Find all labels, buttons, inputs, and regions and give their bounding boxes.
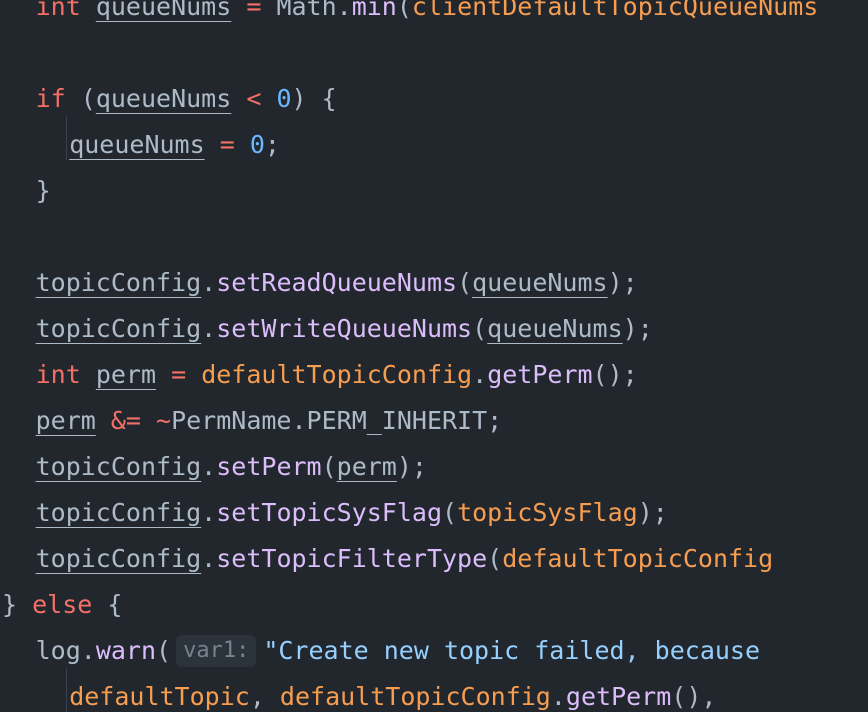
code-token: }	[2, 590, 33, 619]
code-line[interactable]: int perm = defaultTopicConfig.getPerm();	[36, 352, 868, 398]
code-token: =	[231, 0, 277, 21]
code-token: (	[487, 544, 503, 573]
code-token: );	[622, 314, 653, 343]
code-token: topicConfig	[35, 544, 202, 573]
code-token: int	[35, 360, 96, 389]
code-token: queueNums	[95, 0, 232, 21]
code-token: topicConfig	[35, 452, 202, 481]
indent-guide	[66, 668, 67, 712]
code-token: 0	[276, 84, 292, 113]
code-token: (	[396, 0, 412, 21]
code-token: setPerm	[216, 452, 322, 481]
code-line[interactable]: if (queueNums < 0) {	[36, 76, 868, 122]
code-token: .	[201, 498, 217, 527]
indent-guide	[66, 116, 67, 160]
code-line[interactable]: defaultTopic, defaultTopicConfig.getPerm…	[69, 674, 868, 712]
code-token: Math.	[276, 0, 352, 21]
code-token: defaultTopicConfig	[502, 544, 774, 573]
code-token: ,	[249, 682, 280, 711]
code-line[interactable]: topicConfig.setTopicSysFlag(topicSysFlag…	[36, 490, 868, 536]
code-token: setTopicFilterType	[216, 544, 488, 573]
code-token: defaultTopicConfig	[201, 360, 473, 389]
code-token: topicConfig	[35, 268, 202, 297]
code-line[interactable]: perm &= ~PermName.PERM_INHERIT;	[36, 398, 868, 444]
parameter-hint: var1:	[176, 635, 257, 667]
code-token: (	[65, 84, 96, 113]
code-token: topicConfig	[35, 314, 202, 343]
code-token: getPerm	[565, 682, 672, 711]
code-token: (	[457, 268, 473, 297]
code-token: warn	[95, 636, 157, 665]
code-token: min	[351, 0, 397, 21]
code-line[interactable]	[2, 30, 868, 76]
code-token: ();	[592, 360, 638, 389]
code-line[interactable]: }	[36, 168, 868, 214]
code-token: .	[201, 314, 217, 343]
code-token: perm	[336, 452, 397, 481]
code-line[interactable]	[2, 214, 868, 260]
code-token: );	[396, 452, 427, 481]
code-token: perm	[35, 406, 96, 435]
code-token: queueNums	[69, 130, 205, 159]
code-token: topicSysFlag	[457, 498, 638, 527]
code-token: .	[201, 452, 217, 481]
code-token: (	[472, 314, 488, 343]
code-token: queueNums	[95, 84, 232, 113]
code-token: (),	[671, 682, 732, 711]
code-line[interactable]: topicConfig.setWriteQueueNums(queueNums)…	[36, 306, 868, 352]
code-token: (	[321, 452, 337, 481]
code-line[interactable]: queueNums = 0;	[69, 122, 868, 168]
code-token: (	[442, 498, 458, 527]
code-token: =	[204, 130, 250, 159]
code-token: int	[35, 0, 96, 21]
code-token: .	[550, 682, 566, 711]
code-token: <	[231, 84, 277, 113]
code-token: setTopicSysFlag	[216, 498, 443, 527]
code-line[interactable]: topicConfig.setPerm(perm);	[36, 444, 868, 490]
code-token: }	[35, 176, 51, 205]
code-line[interactable]: } else {	[2, 582, 868, 628]
code-token: setWriteQueueNums	[216, 314, 473, 343]
code-token: if	[35, 84, 66, 113]
code-token: &= ~	[95, 406, 172, 435]
code-editor[interactable]: int queueNums = Math.min(clientDefaultTo…	[0, 0, 868, 712]
code-token: log.	[35, 636, 96, 665]
code-token: .	[472, 360, 488, 389]
code-token: );	[607, 268, 638, 297]
code-token: (	[156, 636, 172, 665]
code-line[interactable]: int queueNums = Math.min(clientDefaultTo…	[36, 0, 868, 30]
code-token: queueNums	[472, 268, 608, 297]
code-token: ;	[264, 130, 280, 159]
code-token: defaultTopicConfig	[279, 682, 551, 711]
code-token: ) {	[291, 84, 337, 113]
code-token: getPerm	[487, 360, 593, 389]
code-line[interactable]: topicConfig.setReadQueueNums(queueNums);	[36, 260, 868, 306]
code-token: PermName.PERM_INHERIT;	[171, 406, 503, 435]
code-token: =	[156, 360, 202, 389]
code-token: .	[201, 544, 217, 573]
code-token: topicConfig	[35, 498, 202, 527]
code-token: );	[637, 498, 668, 527]
code-token: clientDefaultTopicQueueNums	[411, 0, 819, 21]
code-token: 0	[249, 130, 265, 159]
code-line[interactable]: log.warn(var1: "Create new topic failed, …	[36, 628, 868, 674]
code-token: "Create new topic failed, because	[263, 636, 761, 665]
code-token: .	[201, 268, 217, 297]
code-token: defaultTopic	[69, 682, 250, 711]
code-line[interactable]: topicConfig.setTopicFilterType(defaultTo…	[36, 536, 868, 582]
code-token: perm	[95, 360, 157, 389]
code-token: queueNums	[487, 314, 623, 343]
code-token: {	[92, 590, 123, 619]
code-token: else	[32, 590, 93, 619]
code-token: setReadQueueNums	[216, 268, 458, 297]
